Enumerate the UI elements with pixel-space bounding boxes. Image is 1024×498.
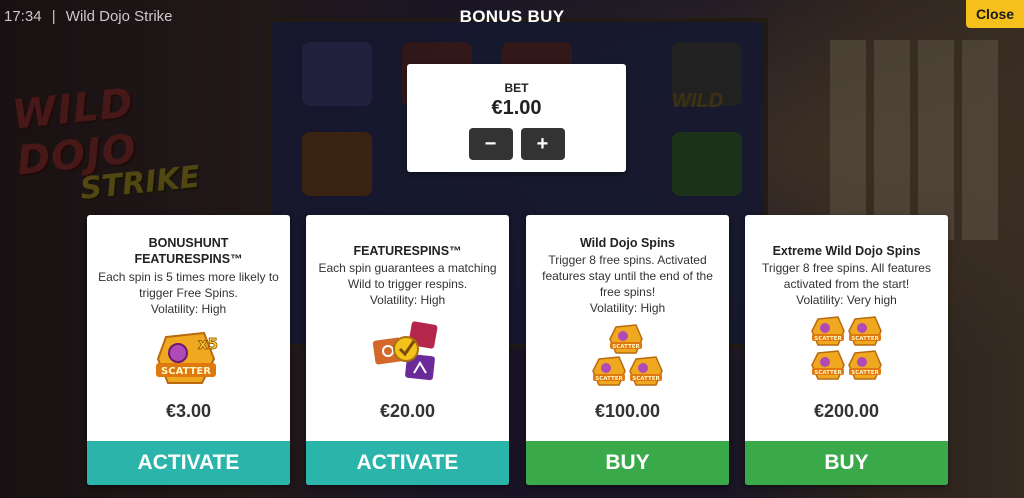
card-price: €200.00 xyxy=(813,401,880,421)
multiplier-badge: x5 xyxy=(197,335,217,353)
card-title: Extreme Wild Dojo Spins xyxy=(772,244,921,258)
bonus-card-extreme-wild-dojo-spins: Extreme Wild Dojo Spins Trigger 8 free s… xyxy=(745,215,948,485)
scatter-label: SCATTER xyxy=(814,370,842,376)
scatter-x4-icon: SCATTER SCATTER SCATTER SCATTER xyxy=(745,315,948,385)
card-price: €100.00 xyxy=(594,401,661,421)
scatter-label: SCATTER xyxy=(612,344,640,350)
scatter-label: SCATTER xyxy=(851,370,879,376)
scatter-x3-icon: SCATTER SCATTER SCATTER xyxy=(526,323,729,389)
card-volatility: Volatility: Very high xyxy=(796,293,897,307)
scatter-label: SCATTER xyxy=(595,376,623,382)
card-volatility: Volatility: High xyxy=(150,302,227,316)
card-volatility: Volatility: High xyxy=(369,293,446,307)
increase-bet-button[interactable]: + xyxy=(520,128,565,160)
card-price: €3.00 xyxy=(165,401,212,421)
bonus-card-featurespins: FEATURESPINS™ Each spin guarantees a mat… xyxy=(306,215,509,485)
scatter-label: SCATTER xyxy=(161,366,211,377)
bonus-card-bonushunt: BONUSHUNT FEATURESPINS™ Each spin is 5 t… xyxy=(87,215,290,485)
close-button[interactable]: Close xyxy=(966,0,1024,28)
card-volatility: Volatility: High xyxy=(589,301,666,315)
scatter-x5-icon: SCATTER x5 xyxy=(87,329,290,389)
bet-value: €1.00 xyxy=(491,97,542,119)
bet-controls: − + xyxy=(407,128,626,160)
card-title-line2: FEATURESPINS™ xyxy=(134,252,243,266)
card-price: €20.00 xyxy=(379,401,436,421)
card-description: Each spin guarantees a matching Wild to … xyxy=(318,261,497,291)
bet-label: BET xyxy=(504,81,529,95)
card-description: Each spin is 5 times more likely to trig… xyxy=(98,270,279,300)
card-description: Trigger 8 free spins. Activated features… xyxy=(542,253,713,299)
card-title-line1: BONUSHUNT xyxy=(148,236,229,250)
scatter-label: SCATTER xyxy=(632,376,660,382)
feature-cards-icon xyxy=(306,317,509,383)
buy-button[interactable]: BUY xyxy=(526,441,729,485)
dialog-title: BONUS BUY xyxy=(459,7,565,26)
scatter-label: SCATTER xyxy=(851,336,879,342)
scatter-label: SCATTER xyxy=(814,336,842,342)
activate-button[interactable]: ACTIVATE xyxy=(87,441,290,485)
card-title: BONUSHUNT FEATURESPINS™ xyxy=(95,235,282,267)
card-description: Trigger 8 free spins. All features activ… xyxy=(762,261,931,291)
card-title: FEATURESPINS™ xyxy=(353,244,462,258)
card-title: Wild Dojo Spins xyxy=(579,236,676,250)
decrease-bet-button[interactable]: − xyxy=(468,128,513,160)
buy-button[interactable]: BUY xyxy=(745,441,948,485)
activate-button[interactable]: ACTIVATE xyxy=(306,441,509,485)
bonus-card-wild-dojo-spins: Wild Dojo Spins Trigger 8 free spins. Ac… xyxy=(526,215,729,485)
bet-panel: BET €1.00 − + xyxy=(407,64,626,172)
